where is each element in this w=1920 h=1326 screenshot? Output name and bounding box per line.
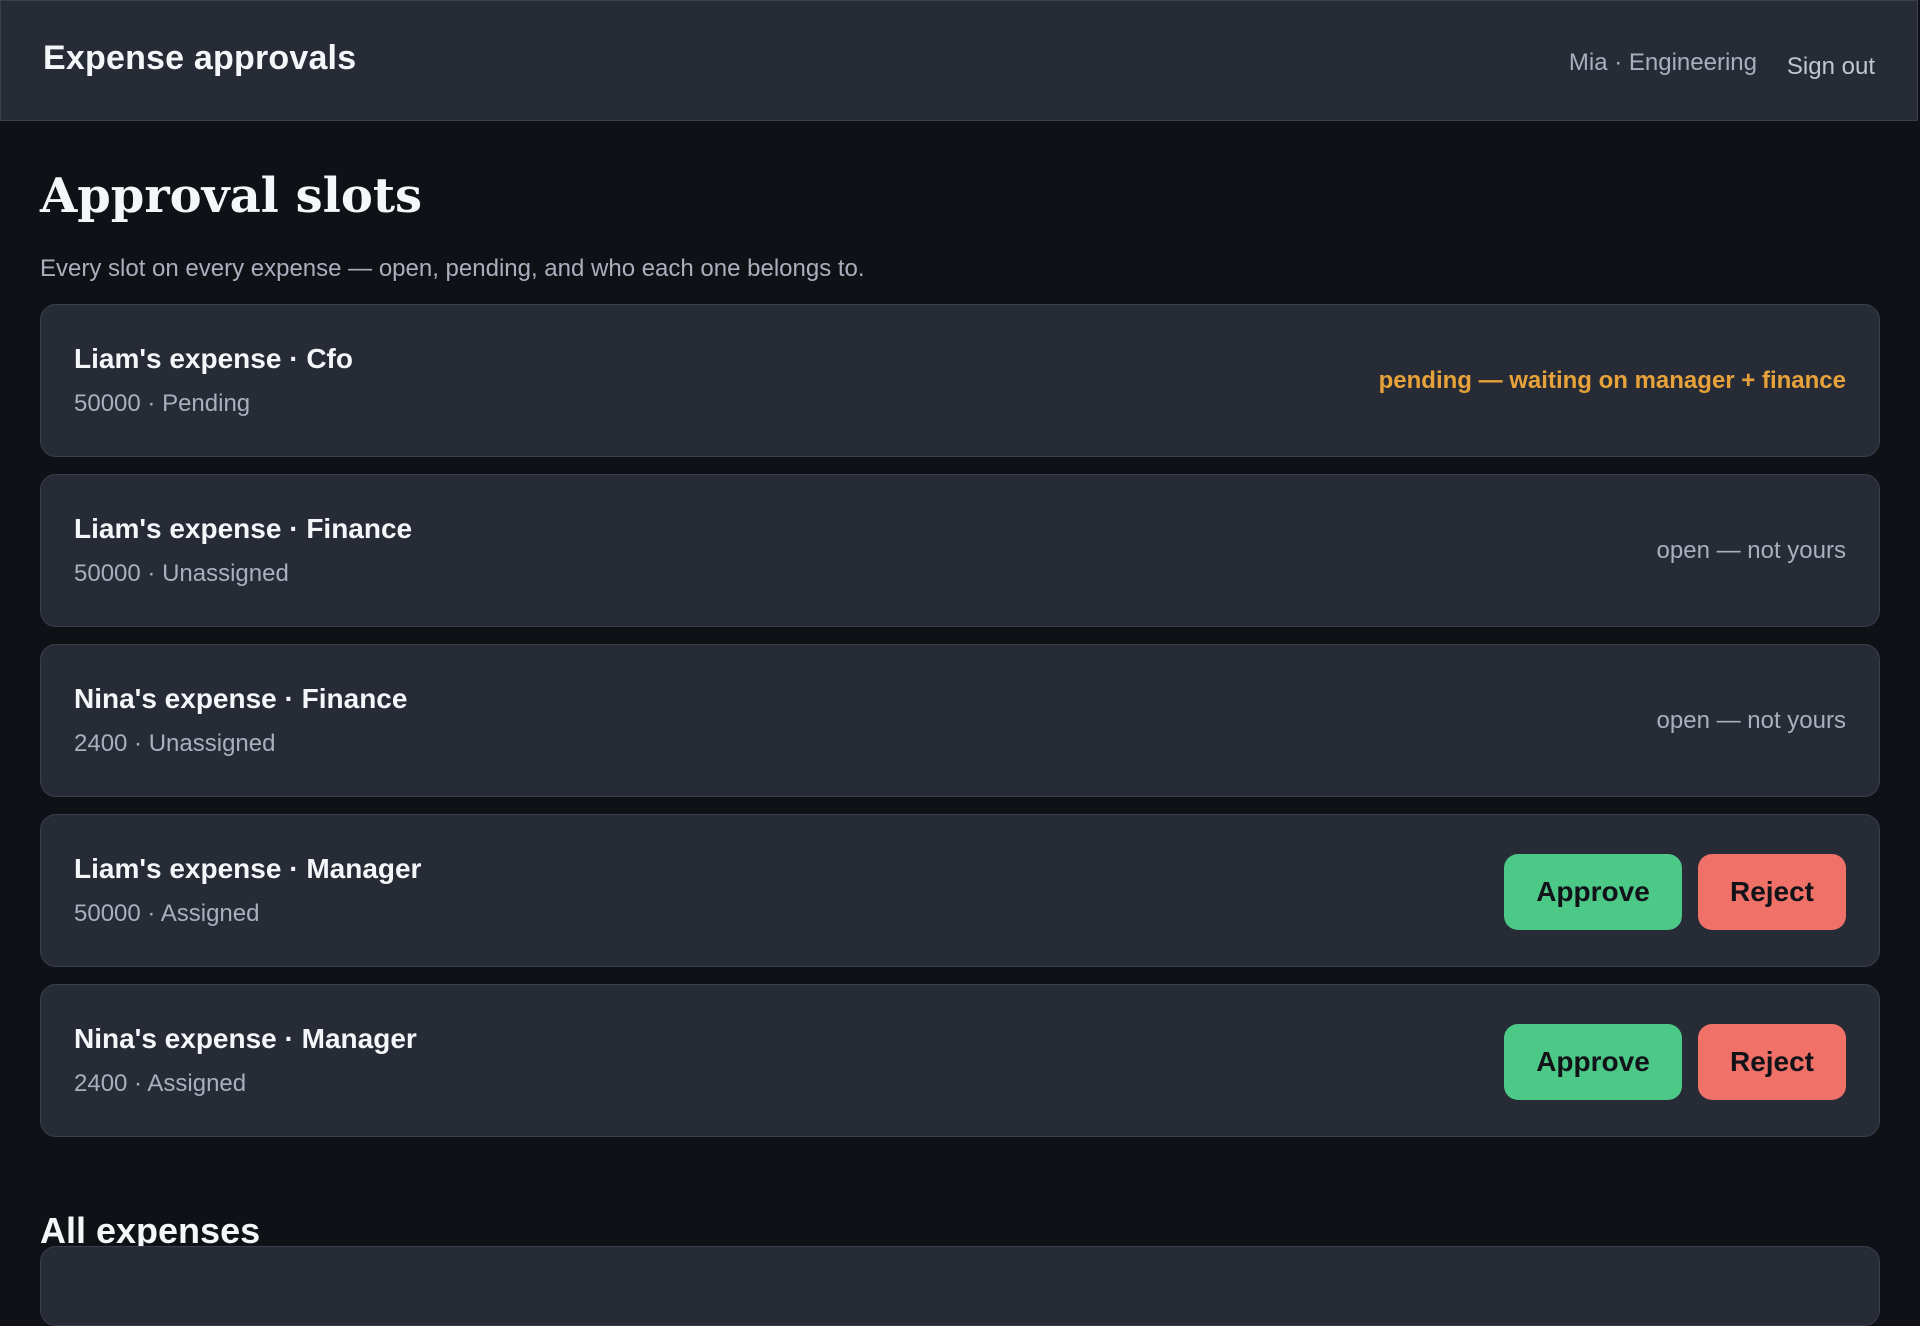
slot-title: Liam's expense · Manager bbox=[74, 853, 422, 884]
slot-meta: 50000 · Unassigned bbox=[74, 560, 289, 587]
all-expenses-panel bbox=[40, 1246, 1880, 1326]
slot-meta: 2400 · Assigned bbox=[74, 1070, 247, 1097]
slot-meta: 50000 · Assigned bbox=[74, 900, 260, 927]
page-subtitle: Every slot on every expense — open, pend… bbox=[40, 255, 865, 282]
approval-slot: Nina's expense · Manager 2400 · Assigned… bbox=[40, 984, 1880, 1137]
slot-status: open — not yours bbox=[1656, 707, 1846, 734]
page-title: Approval slots bbox=[40, 168, 423, 224]
approve-button[interactable]: Approve bbox=[1504, 1024, 1682, 1100]
approval-slot: Liam's expense · Finance 50000 · Unassig… bbox=[40, 474, 1880, 627]
slot-title: Liam's expense · Cfo bbox=[74, 343, 353, 374]
reject-button[interactable]: Reject bbox=[1698, 1024, 1846, 1100]
approval-slot: Liam's expense · Manager 50000 · Assigne… bbox=[40, 814, 1880, 967]
slot-meta: 50000 · Pending bbox=[74, 390, 251, 417]
sign-out-button[interactable]: Sign out bbox=[1787, 53, 1875, 81]
slot-status: open — not yours bbox=[1656, 537, 1846, 564]
slot-title: Liam's expense · Finance bbox=[74, 513, 413, 544]
approval-slot: Liam's expense · Cfo 50000 · Pending pen… bbox=[40, 304, 1880, 457]
slot-actions: Approve Reject bbox=[1504, 854, 1846, 930]
slot-meta: 2400 · Unassigned bbox=[74, 730, 276, 757]
top-bar: Expense approvals Mia · Engineering Sign… bbox=[0, 0, 1918, 121]
slot-actions: Approve Reject bbox=[1504, 1024, 1846, 1100]
slot-title: Nina's expense · Finance bbox=[74, 683, 408, 714]
approval-slot: Nina's expense · Finance 2400 · Unassign… bbox=[40, 644, 1880, 797]
current-user-info: Mia · Engineering bbox=[1568, 49, 1757, 76]
reject-button[interactable]: Reject bbox=[1698, 854, 1846, 930]
app-title: Expense approvals bbox=[43, 39, 357, 77]
approve-button[interactable]: Approve bbox=[1504, 854, 1682, 930]
approval-slots-list: Liam's expense · Cfo 50000 · Pending pen… bbox=[40, 304, 1880, 1154]
slot-title: Nina's expense · Manager bbox=[74, 1023, 417, 1054]
slot-status-pending: pending — waiting on manager + finance bbox=[1378, 367, 1846, 394]
